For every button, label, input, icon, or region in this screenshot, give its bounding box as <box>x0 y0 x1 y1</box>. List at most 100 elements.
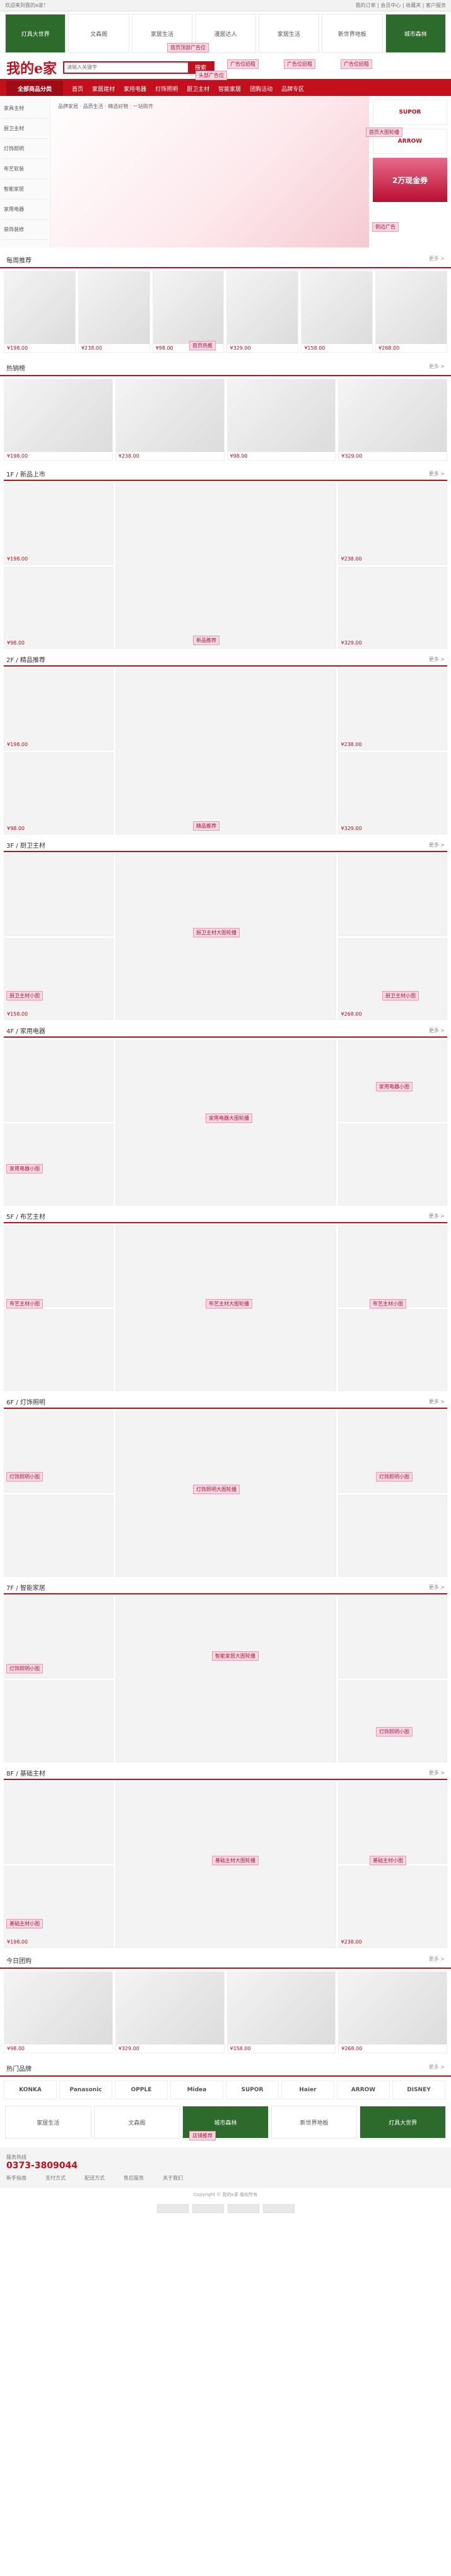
brand-logo[interactable]: Midea <box>170 2080 223 2099</box>
shop-banner[interactable]: 文森阁 <box>93 2106 180 2139</box>
callout-f4-big: 家用电器大图轮播 <box>206 1113 252 1123</box>
floor-tile[interactable] <box>337 1495 447 1577</box>
cat-item[interactable]: 装饰装修 <box>3 220 47 240</box>
floor-tile[interactable] <box>337 1309 447 1391</box>
brand-logo[interactable]: KONKA <box>4 2080 57 2099</box>
footer-link[interactable]: 关于我们 <box>163 2175 183 2181</box>
floor-tile[interactable]: ¥198.00 <box>4 668 114 751</box>
floor-tile[interactable]: ¥158.00 <box>4 938 114 1020</box>
floor-tile[interactable] <box>4 1225 114 1307</box>
nav-item-brands[interactable]: 品牌专区 <box>281 85 304 93</box>
shop-banner[interactable]: 家居生活 <box>5 2106 91 2139</box>
footer-link[interactable]: 售后服务 <box>124 2175 144 2181</box>
brand-logo[interactable]: DISNEY <box>392 2080 445 2099</box>
floor-feature[interactable] <box>115 1596 336 1762</box>
site-logo[interactable]: 我的e家 <box>6 57 57 78</box>
banner-1[interactable]: 灯具大世界 <box>5 14 66 53</box>
product-card[interactable]: ¥329.00 <box>226 271 299 353</box>
floor-tile[interactable] <box>337 1124 447 1206</box>
floor-tile[interactable] <box>337 1225 447 1307</box>
floor-tile[interactable] <box>4 1309 114 1391</box>
floor-tile[interactable]: ¥198.00 <box>4 483 114 565</box>
floor-tile[interactable] <box>4 1040 114 1122</box>
all-categories-button[interactable]: 全部商品分类 <box>6 81 64 96</box>
floor-tile[interactable]: ¥198.00 <box>4 1866 114 1948</box>
cat-item[interactable]: 家具主材 <box>3 98 47 119</box>
category-menu: 家具主材 厨卫主材 灯饰照明 布艺软装 智能家居 家用电器 装饰装修 <box>0 96 50 247</box>
floor-feature[interactable] <box>115 483 336 649</box>
callout-new: 新品推荐 <box>193 636 220 645</box>
shop-banner[interactable]: 新世界地板 <box>271 2106 358 2139</box>
nav-item-building[interactable]: 家居建材 <box>92 85 115 93</box>
product-card[interactable]: ¥198.00 <box>4 379 113 461</box>
product-card[interactable]: ¥98.00 <box>4 1971 113 2053</box>
floor-tile[interactable] <box>4 1495 114 1577</box>
nav-item-smart[interactable]: 智能家居 <box>218 85 241 93</box>
search-input[interactable] <box>64 62 188 73</box>
footer-link[interactable]: 配送方式 <box>85 2175 105 2181</box>
floor-tile[interactable]: ¥98.00 <box>4 752 114 834</box>
nav-item-kitchen[interactable]: 厨卫主材 <box>187 85 209 93</box>
brand-logo[interactable]: OPPLE <box>115 2080 168 2099</box>
banner-2[interactable]: 文森阁 <box>68 14 129 53</box>
floor-tile[interactable] <box>337 1680 447 1762</box>
brand-logo[interactable]: SUPOR <box>226 2080 279 2099</box>
floor-tile[interactable]: ¥238.00 <box>337 1866 447 1948</box>
floor-tile[interactable]: ¥238.00 <box>337 668 447 751</box>
product-card[interactable]: ¥268.00 <box>375 271 447 353</box>
cat-item[interactable]: 布艺软装 <box>3 159 47 179</box>
copyright: Copyright © 我的e家 版权所有 <box>193 2192 258 2197</box>
cat-item[interactable]: 灯饰照明 <box>3 139 47 159</box>
product-card[interactable]: ¥238.00 <box>115 379 225 461</box>
banner-7[interactable]: 城市森林 <box>385 14 446 53</box>
shop-banner[interactable]: 灯具大世界 <box>360 2106 446 2139</box>
side-ad[interactable]: 2万现金券 <box>373 158 447 202</box>
product-card[interactable]: ¥329.00 <box>115 1971 225 2053</box>
callout-f8-big: 基础主材大图轮播 <box>212 1856 259 1865</box>
product-card[interactable]: ¥329.00 <box>338 379 447 461</box>
floor-tile[interactable] <box>4 1782 114 1864</box>
brand-logo[interactable]: Haier <box>281 2080 334 2099</box>
nav-item-group[interactable]: 团购活动 <box>250 85 272 93</box>
floor-tile[interactable]: ¥329.00 <box>337 567 447 649</box>
footer-link[interactable]: 支付方式 <box>45 2175 66 2181</box>
floor-4-head: 4F / 家用电器 更多 > <box>4 1024 447 1038</box>
nav-item-appliances[interactable]: 家用电器 <box>124 85 146 93</box>
brand-logo[interactable]: Panasonic <box>59 2080 112 2099</box>
footer-link[interactable]: 新手指南 <box>6 2175 26 2181</box>
product-card[interactable]: ¥238.00 <box>78 271 150 353</box>
callout-f4-left: 家用电器小图 <box>6 1164 43 1173</box>
brand-logo[interactable]: ARROW <box>337 2080 390 2099</box>
floor-tile[interactable] <box>337 1782 447 1864</box>
floor-tile[interactable]: ¥329.00 <box>337 752 447 834</box>
product-card[interactable]: ¥158.00 <box>226 1971 336 2053</box>
floor-tile[interactable] <box>337 1596 447 1678</box>
floor-feature[interactable] <box>115 668 336 834</box>
callout-ad-3: 广告位招租 <box>341 59 372 69</box>
floor-tile[interactable] <box>337 1040 447 1122</box>
nav-item-home[interactable]: 首页 <box>72 85 83 93</box>
floor-tile[interactable]: ¥268.00 <box>337 938 447 1020</box>
banner-5[interactable]: 家居生活 <box>258 14 320 53</box>
top-links[interactable]: 我的订单 | 会员中心 | 收藏夹 | 客户服务 <box>356 2 446 9</box>
product-card[interactable]: ¥158.00 <box>301 271 373 353</box>
site-footer: 服务热线 0373-3809044 新手指南 支付方式 配送方式 售后服务 关于… <box>0 2147 451 2188</box>
brands-title: 热门品牌 更多 > <box>0 2061 451 2077</box>
product-card[interactable]: ¥98.00 <box>226 379 336 461</box>
floor-tile[interactable]: ¥238.00 <box>337 483 447 565</box>
floor-8-head: 8F / 基础主材 更多 > <box>4 1766 447 1780</box>
product-card[interactable]: ¥268.00 <box>338 1971 447 2053</box>
footer-links: 新手指南 支付方式 配送方式 售后服务 关于我们 <box>6 2175 445 2181</box>
brand-supor[interactable]: SUPOR <box>373 100 447 125</box>
cat-item[interactable]: 厨卫主材 <box>3 119 47 139</box>
product-card[interactable]: ¥198.00 <box>4 271 76 353</box>
hero-carousel[interactable]: 品牌家居 · 品质生活 · 精选好物 · 一站购齐 <box>50 96 369 247</box>
cat-item[interactable]: 智能家居 <box>3 179 47 199</box>
floor-tile[interactable] <box>337 854 447 936</box>
floor-tile[interactable] <box>4 854 114 936</box>
floor-tile[interactable]: ¥98.00 <box>4 567 114 649</box>
floor-tile[interactable] <box>4 1680 114 1762</box>
nav-item-lighting[interactable]: 灯饰照明 <box>155 85 178 93</box>
banner-6[interactable]: 新世界地板 <box>322 14 383 53</box>
cat-item[interactable]: 家用电器 <box>3 199 47 220</box>
